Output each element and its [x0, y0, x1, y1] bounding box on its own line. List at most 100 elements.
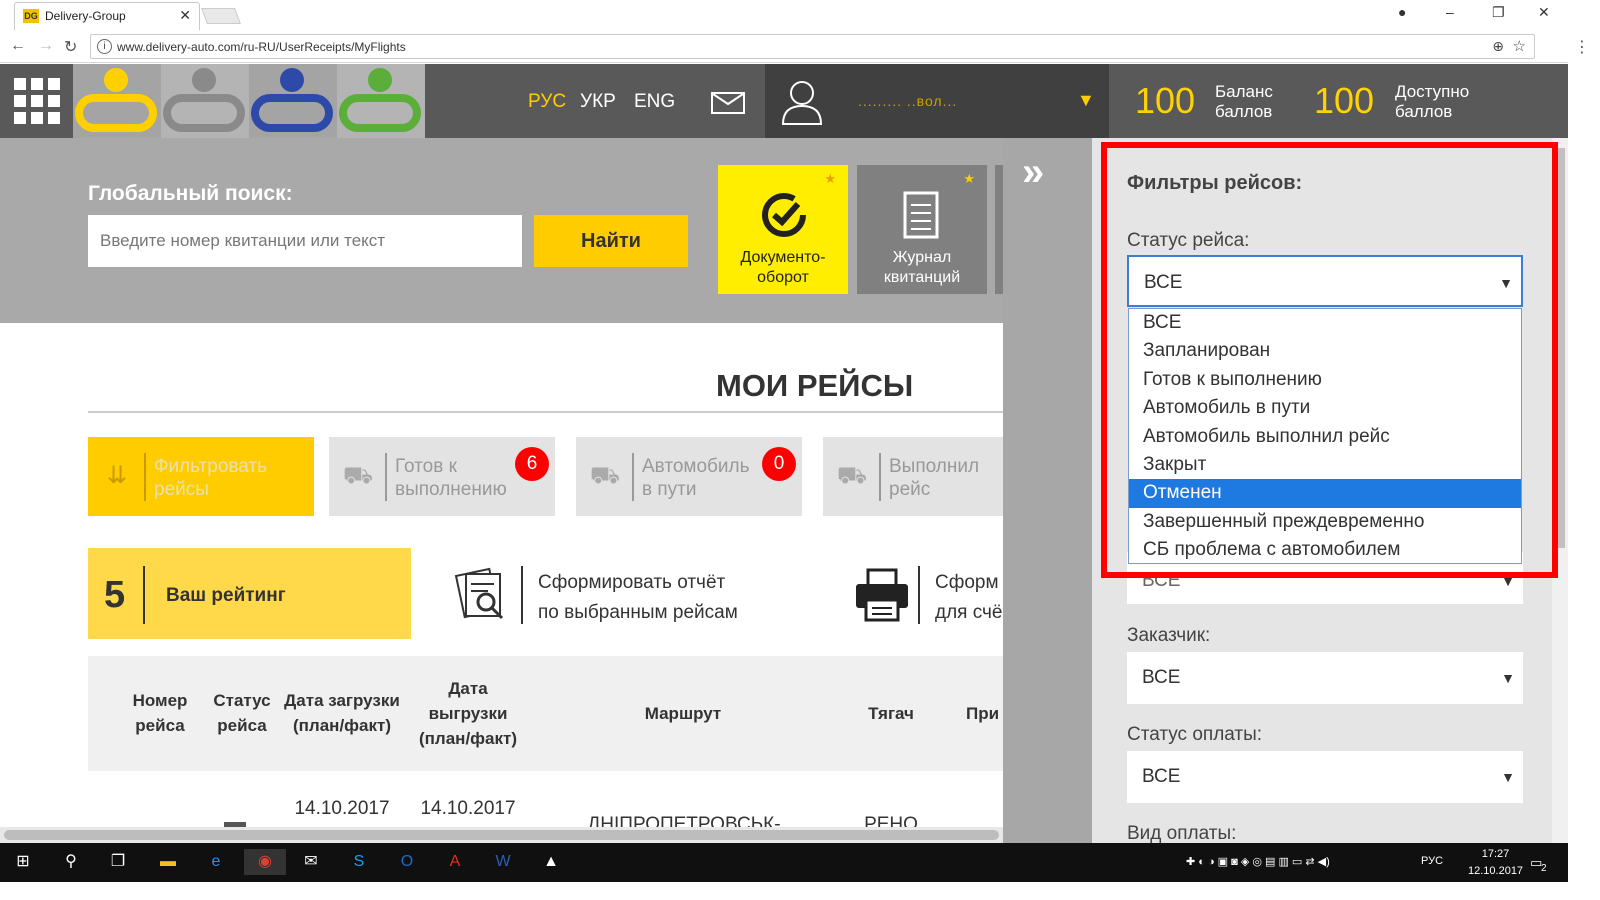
available-label: Доступно баллов	[1395, 82, 1469, 122]
filter-sort-icon: ⇊	[106, 462, 128, 489]
mail-app-icon[interactable]: ✉	[298, 849, 324, 875]
maximize-icon[interactable]: ❐	[1492, 4, 1505, 21]
row-unload-date: 14.10.2017	[420, 798, 516, 819]
search-icon[interactable]: ⚲	[58, 849, 84, 875]
outlook-icon[interactable]: O	[394, 849, 420, 875]
forward-arrow-icon[interactable]: →	[38, 37, 54, 55]
site-favicon-icon: DG	[23, 9, 39, 23]
site-info-icon[interactable]: i	[97, 39, 112, 54]
task-view-icon[interactable]: ❐	[105, 849, 131, 875]
word-icon[interactable]: W	[490, 849, 516, 875]
chevron-down-icon: ▼	[1501, 670, 1515, 686]
photos-icon[interactable]: ▲	[538, 849, 564, 875]
truck-check-icon: ⛟	[836, 462, 868, 489]
collapse-panel-icon[interactable]: »	[1022, 150, 1045, 195]
bookmark-star-icon[interactable]: ☆	[1513, 37, 1526, 55]
col-flight-status-l2: рейса	[217, 716, 267, 735]
row-tractor: РЕНО	[864, 814, 918, 827]
balance-label: Баланс баллов	[1215, 82, 1273, 122]
available-value: 100	[1314, 80, 1375, 121]
edge-icon[interactable]: e	[203, 849, 229, 875]
col-unload-date[interactable]: Дата выгрузки (план/факт)	[410, 676, 526, 751]
lang-en-link[interactable]: ENG	[634, 91, 675, 113]
col-unload-date-l3: (план/факт)	[419, 729, 517, 748]
horizontal-scrollbar-thumb[interactable]	[4, 830, 999, 840]
payment-status-label: Статус оплаты:	[1127, 724, 1263, 745]
completed-label: Выполнил рейс	[889, 455, 979, 501]
minimize-icon[interactable]: –	[1446, 4, 1454, 20]
tab-close-icon[interactable]: ✕	[179, 7, 191, 24]
favorite-star-icon[interactable]: ★	[963, 171, 975, 187]
balance-value: 100	[1135, 80, 1196, 121]
completed-line2: рейс	[889, 479, 931, 500]
window-close-icon[interactable]: ✕	[1538, 4, 1550, 21]
tray-language[interactable]: РУС	[1421, 855, 1443, 867]
search-button[interactable]: Найти	[534, 215, 688, 267]
printer-icon[interactable]	[854, 566, 910, 624]
payment-status-value: ВСЕ	[1142, 766, 1181, 787]
url-field[interactable]: i www.delivery-auto.com/ru-RU/UserReceip…	[90, 34, 1535, 59]
mail-icon[interactable]	[711, 92, 745, 114]
generate-report-line2: по выбранным рейсам	[538, 602, 738, 623]
apps-grid-icon[interactable]	[14, 78, 60, 124]
horizontal-scrollbar[interactable]	[0, 827, 1003, 843]
global-search-input[interactable]	[88, 215, 522, 267]
col-route[interactable]: Маршрут	[610, 701, 756, 726]
browser-menu-icon[interactable]: ⋮	[1574, 37, 1590, 57]
col-load-date[interactable]: Дата загрузки (план/факт)	[278, 688, 406, 738]
new-tab-button[interactable]	[201, 8, 241, 24]
user-avatar-icon	[781, 81, 823, 125]
tile-receipts-line2: квитанций	[883, 269, 961, 286]
tile-partial	[995, 165, 1003, 294]
col-flight-number[interactable]: Номер рейса	[120, 688, 200, 738]
tile-document-flow[interactable]: ★ Документо-оборот	[718, 165, 848, 294]
generate-invoice-line2: для счё	[935, 602, 1003, 623]
lang-ua-link[interactable]: УКР	[580, 91, 616, 113]
available-label-line2: баллов	[1395, 102, 1453, 121]
divider	[144, 453, 146, 501]
favorite-star-icon[interactable]: ★	[824, 171, 836, 187]
filter-flights-label: Фильтровать рейсы	[154, 455, 267, 501]
user-dropdown-icon[interactable]: ▼	[1077, 90, 1095, 111]
col-flight-status[interactable]: Статус рейса	[208, 688, 276, 738]
col-flight-number-l2: рейса	[135, 716, 185, 735]
completed-flight-button[interactable]: ⛟ Выполнил рейс	[823, 437, 1003, 516]
zoom-icon[interactable]: ⊕	[1492, 38, 1504, 55]
tray-icons[interactable]: ✚ ◐ ◑ ▣ ◙ ◈ ◎ ▤ ▥ ▭ ⇄ ◀)	[1186, 855, 1330, 868]
divider	[385, 453, 387, 501]
reload-icon[interactable]: ↻	[64, 37, 77, 57]
windows-start-icon[interactable]: ⊞	[10, 849, 36, 875]
url-text: www.delivery-auto.com/ru-RU/UserReceipts…	[117, 40, 406, 54]
back-arrow-icon[interactable]: ←	[10, 37, 26, 55]
chrome-icon[interactable]: ◉	[244, 849, 286, 875]
company-logo[interactable]	[73, 64, 425, 138]
browser-tab[interactable]: DG Delivery-Group ✕	[14, 2, 200, 30]
title-divider	[88, 411, 1003, 413]
truck-icon: ⛟	[589, 462, 621, 489]
divider	[879, 453, 881, 501]
report-search-icon[interactable]	[454, 566, 510, 624]
col-tractor[interactable]: Тягач	[850, 701, 932, 726]
filter-flights-line2: рейсы	[154, 479, 209, 500]
transit-count-badge: 0	[762, 447, 796, 481]
acrobat-icon[interactable]: A	[442, 849, 468, 875]
file-explorer-icon[interactable]: ▬	[155, 849, 181, 875]
payment-status-select[interactable]: ВСЕ ▼	[1127, 751, 1523, 803]
profile-icon[interactable]: ●	[1398, 4, 1406, 20]
action-divider	[918, 566, 920, 624]
taskbar-clock[interactable]: 17:27 12.10.2017	[1468, 846, 1523, 880]
ready-line1: Готов к	[395, 456, 457, 477]
completed-line1: Выполнил	[889, 456, 980, 477]
generate-report-line1: Сформировать отчёт	[538, 572, 726, 593]
lang-ru-link[interactable]: РУС	[528, 91, 566, 113]
generate-report-link[interactable]: Сформировать отчёт по выбранным рейсам	[538, 568, 738, 628]
filter-flights-button[interactable]: ⇊ Фильтровать рейсы	[88, 437, 314, 516]
tile-receipts-journal[interactable]: ★ Журнал квитанций	[857, 165, 987, 294]
skype-icon[interactable]: S	[346, 849, 372, 875]
generate-invoice-link[interactable]: Сформ для счё	[935, 568, 1003, 628]
col-trailer[interactable]: При	[966, 701, 1003, 726]
col-unload-date-l1: Дата	[448, 679, 488, 698]
address-bar-row: ← → ↻ i www.delivery-auto.com/ru-RU/User…	[0, 30, 1568, 63]
customer-filter-select[interactable]: ВСЕ ▼	[1127, 652, 1523, 704]
transit-line2: в пути	[642, 479, 697, 500]
